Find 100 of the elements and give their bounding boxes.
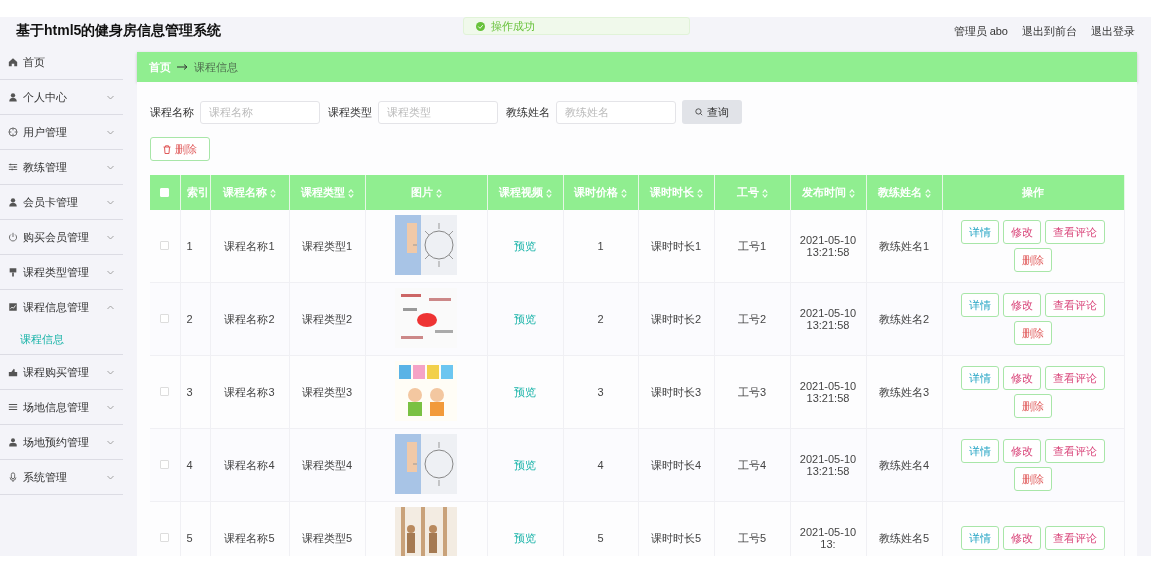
table-cell: 工号5: [737, 531, 767, 544]
sidebar-item[interactable]: 用户管理: [0, 115, 123, 150]
action-button[interactable]: 删除: [1014, 321, 1052, 345]
sidebar-item[interactable]: 个人中心: [0, 80, 123, 115]
menu-icon: [8, 472, 18, 482]
sort-icon[interactable]: [435, 188, 442, 198]
row-checkbox[interactable]: [160, 460, 170, 469]
table-cell: 课程名称4: [224, 458, 275, 471]
sidebar-item[interactable]: 课程信息管理: [0, 290, 123, 324]
sort-icon[interactable]: [924, 188, 931, 198]
table-cell: 2021-05-10 13:21:58: [799, 380, 857, 404]
menu-icon: [8, 437, 18, 447]
action-button[interactable]: 详情: [961, 439, 999, 463]
sidebar-item[interactable]: 会员卡管理: [0, 185, 123, 220]
sort-icon[interactable]: [848, 188, 855, 198]
column-header: 索引: [186, 186, 209, 198]
header-link[interactable]: 退出登录: [1091, 23, 1135, 39]
sort-icon[interactable]: [621, 188, 627, 198]
action-button[interactable]: 修改: [1003, 526, 1041, 550]
sort-icon[interactable]: [270, 188, 276, 198]
table-cell: 课程名称1: [224, 239, 275, 252]
action-button[interactable]: 修改: [1003, 366, 1041, 390]
table-cell: 3: [186, 386, 193, 398]
row-checkbox[interactable]: [160, 314, 170, 323]
table-cell: 2: [597, 313, 604, 325]
sidebar-item[interactable]: 教练管理: [0, 150, 123, 185]
user-label: 管理员 abo: [953, 23, 1008, 39]
arrow-icon: [177, 64, 188, 70]
table-cell: 课时时长2: [650, 312, 702, 325]
table-cell: 4: [597, 459, 604, 471]
sort-icon[interactable]: [347, 188, 354, 198]
sidebar-item[interactable]: 首页: [0, 45, 123, 80]
action-button[interactable]: 修改: [1003, 439, 1041, 463]
table-cell: 工号4: [737, 458, 767, 471]
action-button[interactable]: 查看评论: [1045, 366, 1105, 390]
breadcrumb-current: 课程信息: [194, 59, 238, 75]
table-cell: 课程类型2: [301, 312, 353, 325]
action-button[interactable]: 查看评论: [1045, 293, 1105, 317]
select-all-checkbox[interactable]: [160, 187, 170, 197]
menu-icon: [8, 162, 18, 172]
submenu-item[interactable]: 课程信息: [0, 324, 123, 355]
table-cell: 课程名称5: [224, 531, 275, 544]
action-button[interactable]: 查看评论: [1045, 439, 1105, 463]
search-field[interactable]: 教练姓名: [556, 100, 676, 124]
table-cell: 工号2: [737, 312, 767, 325]
row-checkbox[interactable]: [160, 241, 170, 250]
table-cell: 课程类型4: [301, 458, 353, 471]
action-button[interactable]: 查看评论: [1045, 220, 1105, 244]
search-field[interactable]: 课程名称: [200, 100, 320, 124]
table-cell: 3: [597, 386, 604, 398]
sidebar-item[interactable]: 系统管理: [0, 460, 123, 495]
table-cell: 课程类型1: [301, 239, 353, 252]
action-button[interactable]: 删除: [1014, 394, 1052, 418]
action-button[interactable]: 详情: [961, 526, 999, 550]
action-button[interactable]: 查看评论: [1045, 526, 1105, 550]
table-cell: 1: [597, 240, 604, 252]
field-label: 教练姓名: [506, 104, 550, 120]
table-cell: 教练姓名2: [878, 312, 930, 325]
table-cell: 5: [186, 532, 193, 544]
row-checkbox[interactable]: [160, 533, 170, 542]
header-link[interactable]: 退出到前台: [1022, 23, 1077, 39]
row-checkbox[interactable]: [160, 387, 170, 396]
menu-icon: [8, 402, 18, 412]
action-button[interactable]: 删除: [1014, 248, 1052, 272]
table-cell: 教练姓名5: [878, 531, 930, 544]
menu-icon: [8, 232, 18, 242]
table-cell: 1: [186, 240, 193, 252]
preview-link[interactable]: 预览: [514, 385, 536, 398]
action-button[interactable]: 详情: [961, 293, 999, 317]
menu-icon: [8, 57, 18, 67]
sidebar-item[interactable]: 购买会员管理: [0, 220, 123, 255]
action-button[interactable]: 修改: [1003, 220, 1041, 244]
preview-link[interactable]: 预览: [514, 458, 536, 471]
preview-link[interactable]: 预览: [514, 312, 536, 325]
action-button[interactable]: 详情: [961, 366, 999, 390]
table-cell: 课程名称2: [224, 312, 275, 325]
action-button[interactable]: 详情: [961, 220, 999, 244]
sort-icon[interactable]: [761, 188, 768, 198]
action-button[interactable]: 删除: [1014, 467, 1052, 491]
table-cell: 工号1: [737, 239, 767, 252]
sort-icon[interactable]: [696, 188, 703, 198]
trash-icon: [163, 144, 171, 154]
search-field[interactable]: 课程类型: [378, 100, 498, 124]
sidebar-item[interactable]: 课程购买管理: [0, 355, 123, 390]
sidebar-item[interactable]: 课程类型管理: [0, 255, 123, 290]
table-cell: 2021-05-10 13:21:58: [799, 307, 857, 331]
search-button[interactable]: 查询: [682, 100, 742, 124]
preview-link[interactable]: 预览: [514, 531, 536, 544]
preview-link[interactable]: 预览: [514, 239, 536, 252]
table-cell: 教练姓名3: [878, 385, 930, 398]
sort-icon[interactable]: [545, 188, 552, 198]
sidebar-item[interactable]: 场地预约管理: [0, 425, 123, 460]
menu-icon: [8, 197, 18, 207]
field-label: 课程名称: [150, 104, 194, 120]
table-cell: 2021-05-10 13:21:58: [799, 453, 857, 477]
delete-button[interactable]: 删除: [150, 137, 210, 161]
sidebar-item[interactable]: 场地信息管理: [0, 390, 123, 425]
menu-icon: [8, 127, 18, 137]
action-button[interactable]: 修改: [1003, 293, 1041, 317]
table-cell: 课程名称3: [224, 385, 275, 398]
